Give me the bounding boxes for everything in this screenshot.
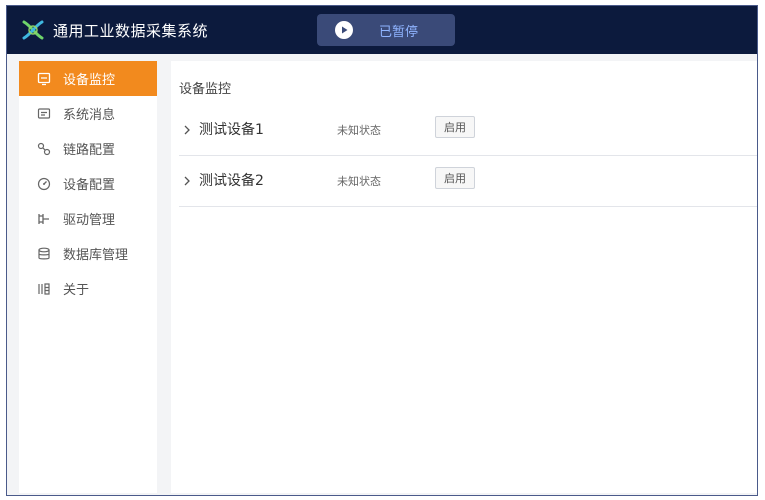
chevron-right-icon[interactable] [181, 121, 193, 135]
sidebar-item-label: 驱动管理 [63, 213, 116, 228]
sidebar-item-database-management[interactable]: 数据库管理 [19, 236, 157, 271]
info-icon [37, 282, 51, 296]
chevron-right-icon[interactable] [181, 172, 193, 186]
gauge-icon [37, 177, 51, 191]
device-status: 未知状态 [337, 175, 381, 188]
pause-status-label: 已暂停 [379, 25, 419, 40]
database-icon [37, 247, 51, 261]
app-title: 通用工业数据采集系统 [53, 22, 209, 40]
sidebar-item-label: 链路配置 [63, 143, 116, 158]
sidebar-item-link-config[interactable]: 链路配置 [19, 131, 157, 166]
sidebar-item-label: 设备配置 [63, 178, 116, 193]
sidebar-item-label: 系统消息 [63, 108, 116, 123]
device-row[interactable]: 测试设备1 未知状态 启用 [179, 105, 757, 156]
play-icon [335, 21, 353, 39]
sidebar-item-label: 数据库管理 [63, 248, 129, 263]
sidebar-item-label: 设备监控 [63, 73, 116, 88]
enable-button[interactable]: 启用 [435, 116, 475, 138]
sidebar-item-device-config[interactable]: 设备配置 [19, 166, 157, 201]
pause-toggle-button[interactable]: 已暂停 [317, 14, 455, 46]
sidebar-item-about[interactable]: 关于 [19, 271, 157, 306]
monitor-icon [37, 72, 51, 86]
link-icon [37, 142, 51, 156]
driver-icon [37, 212, 51, 226]
main-panel: 设备监控 测试设备1 未知状态 启用 测试设备2 未知状态 启用 [171, 61, 757, 493]
sidebar-item-label: 关于 [63, 283, 90, 298]
app-logo-icon [19, 16, 47, 44]
sidebar-item-system-messages[interactable]: 系统消息 [19, 96, 157, 131]
top-bar: 通用工业数据采集系统 已暂停 [7, 6, 757, 54]
device-row[interactable]: 测试设备2 未知状态 启用 [179, 156, 757, 207]
message-icon [37, 107, 51, 121]
sidebar-item-driver-management[interactable]: 驱动管理 [19, 201, 157, 236]
sidebar-item-device-monitor[interactable]: 设备监控 [19, 61, 157, 96]
device-name: 测试设备1 [199, 122, 264, 138]
enable-button[interactable]: 启用 [435, 167, 475, 189]
app-window: 通用工业数据采集系统 已暂停 设备监控 系统消息 链路配置 设备配置 驱动管理 … [6, 5, 758, 496]
page-title: 设备监控 [179, 82, 232, 97]
device-status: 未知状态 [337, 124, 381, 137]
sidebar: 设备监控 系统消息 链路配置 设备配置 驱动管理 数据库管理 关于 [19, 61, 157, 493]
device-name: 测试设备2 [199, 173, 264, 189]
